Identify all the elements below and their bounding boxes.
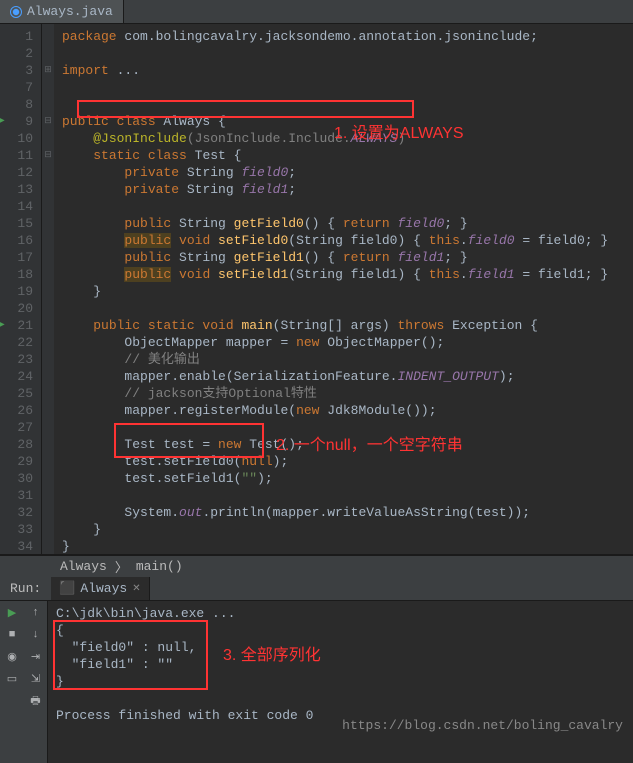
line-number: 1 <box>0 28 41 45</box>
print-icon[interactable]: 🖶 <box>28 693 44 709</box>
java-file-icon <box>10 6 22 18</box>
breadcrumb-item[interactable]: main() <box>136 559 183 574</box>
line-number: 19 <box>0 283 41 300</box>
fold-gutter: ⊞ ⊟ ⊟ <box>42 0 54 554</box>
watermark: https://blog.csdn.net/boling_cavalry <box>342 718 623 733</box>
line-number: 12 <box>0 164 41 181</box>
line-number: 23 <box>0 351 41 368</box>
output-line: "field1" : "" <box>56 656 625 673</box>
code-area[interactable]: package com.bolingcavalry.jacksondemo.an… <box>54 0 633 554</box>
run-tab-icon: ⬛ <box>59 581 75 596</box>
fold-icon[interactable]: ⊟ <box>42 113 54 130</box>
line-number: 28 <box>0 436 41 453</box>
breadcrumb-item[interactable]: Always <box>60 559 107 574</box>
line-number: 17 <box>0 249 41 266</box>
line-number: 7 <box>0 79 41 96</box>
line-number: 29 <box>0 453 41 470</box>
close-icon[interactable]: ✕ <box>132 583 140 595</box>
line-number: 33 <box>0 521 41 538</box>
run-config-tab[interactable]: ⬛ Always ✕ <box>51 577 149 600</box>
output-line: { <box>56 622 625 639</box>
line-number: 14 <box>0 198 41 215</box>
breadcrumb-separator: 〉 <box>115 557 128 576</box>
output-line: "field0" : null, <box>56 639 625 656</box>
output-line: C:\jdk\bin\java.exe ... <box>56 605 625 622</box>
line-number: 11 <box>0 147 41 164</box>
line-number: ▶9 <box>0 113 41 130</box>
run-label: Run: <box>0 581 51 596</box>
line-number: 18 <box>0 266 41 283</box>
fold-icon[interactable]: ⊟ <box>42 147 54 164</box>
wrap-icon[interactable]: ⇥ <box>28 649 44 665</box>
line-number: 8 <box>0 96 41 113</box>
up-icon[interactable]: ↑ <box>28 605 44 621</box>
line-number: 15 <box>0 215 41 232</box>
dump-icon[interactable]: ◉ <box>4 649 20 665</box>
line-number: ▶21 <box>0 317 41 334</box>
output-line: } <box>56 673 625 690</box>
line-number: 3 <box>0 62 41 79</box>
scroll-icon[interactable]: ⇲ <box>28 671 44 687</box>
line-number: 30 <box>0 470 41 487</box>
line-number: 20 <box>0 300 41 317</box>
line-number: 24 <box>0 368 41 385</box>
line-number-gutter[interactable]: 1 2 3 7 8 ▶9 10 11 12 13 14 15 16 17 18 … <box>0 0 42 554</box>
line-number: 31 <box>0 487 41 504</box>
line-number: 26 <box>0 402 41 419</box>
run-gutter-icon[interactable]: ▶ <box>0 317 5 334</box>
editor-area: 1 2 3 7 8 ▶9 10 11 12 13 14 15 16 17 18 … <box>0 0 633 555</box>
fold-icon[interactable]: ⊞ <box>42 62 54 79</box>
line-number: 10 <box>0 130 41 147</box>
run-gutter-icon[interactable]: ▶ <box>0 113 5 130</box>
run-tab-name: Always <box>80 581 127 596</box>
line-number: 27 <box>0 419 41 436</box>
layout-icon[interactable]: ▭ <box>4 671 20 687</box>
stop-icon[interactable]: ■ <box>4 627 20 643</box>
breadcrumb-bar: Always 〉 main() <box>0 555 633 577</box>
line-number: 25 <box>0 385 41 402</box>
line-number: 34 <box>0 538 41 555</box>
line-number: 13 <box>0 181 41 198</box>
line-number: 22 <box>0 334 41 351</box>
rerun-icon[interactable]: ▶ <box>4 605 20 621</box>
down-icon[interactable]: ↓ <box>28 627 44 643</box>
run-panel-header: Run: ⬛ Always ✕ <box>0 577 633 601</box>
line-number: 16 <box>0 232 41 249</box>
line-number: 2 <box>0 45 41 62</box>
line-number: 32 <box>0 504 41 521</box>
